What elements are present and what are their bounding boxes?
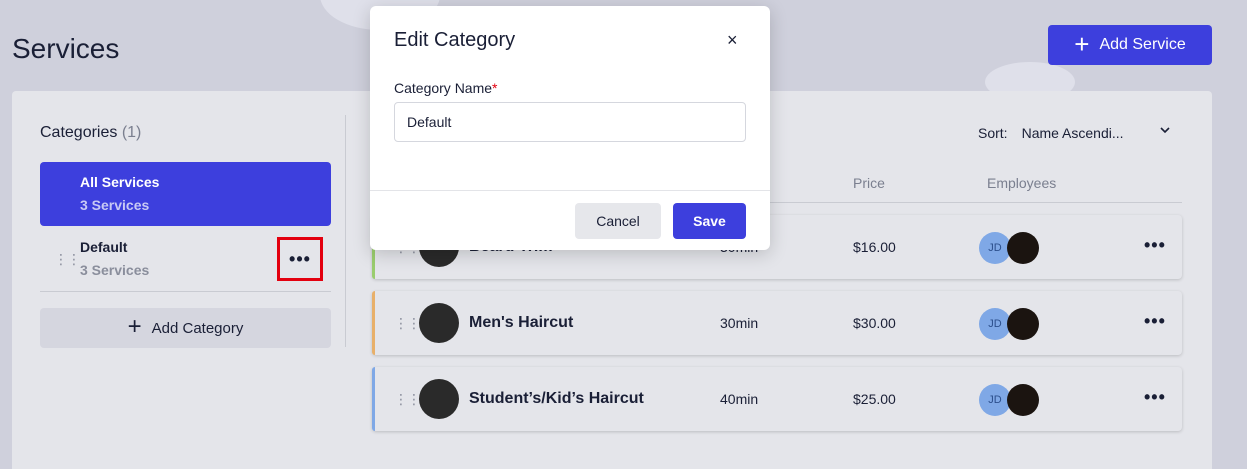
add-category-button[interactable]: + Add Category: [40, 308, 331, 348]
employee-avatar-photo: [1007, 384, 1039, 416]
category-service-count: 3 Services: [80, 262, 150, 278]
close-icon[interactable]: ×: [727, 30, 738, 51]
plus-icon: +: [127, 312, 142, 340]
cancel-button[interactable]: Cancel: [575, 203, 661, 239]
service-duration: 40min: [720, 391, 759, 407]
service-more-button[interactable]: •••: [1144, 311, 1166, 332]
drag-handle-icon[interactable]: ⋮⋮: [394, 392, 421, 406]
service-duration: 30min: [720, 315, 759, 331]
service-row[interactable]: ⋮⋮ Men's Haircut 30min $30.00 JD •••: [372, 291, 1182, 355]
sort-label: Sort:: [978, 125, 1008, 141]
service-name: Men's Haircut: [469, 314, 574, 331]
service-row[interactable]: ⋮⋮ Student’s/Kid’s Haircut 40min $25.00 …: [372, 367, 1182, 431]
drag-handle-icon[interactable]: ⋮⋮: [394, 316, 421, 330]
category-name: All Services: [80, 174, 160, 190]
category-service-count: 3 Services: [80, 197, 150, 213]
employee-avatar-photo: [1007, 232, 1039, 264]
category-more-button[interactable]: •••: [277, 237, 323, 281]
category-name: Default: [80, 239, 128, 255]
panel-divider: [345, 115, 346, 347]
edit-category-modal: Edit Category × Category Name* Cancel Sa…: [370, 6, 770, 250]
chevron-down-icon: [1160, 127, 1170, 134]
service-image: [419, 303, 459, 343]
category-color-stripe: [372, 367, 375, 431]
category-name-label: Category Name*: [394, 80, 498, 96]
sort-control[interactable]: Sort: Name Ascendi...: [978, 125, 1170, 141]
save-button[interactable]: Save: [673, 203, 746, 239]
divider: [370, 190, 770, 191]
service-image: [419, 379, 459, 419]
service-more-button[interactable]: •••: [1144, 235, 1166, 256]
service-price: $30.00: [853, 315, 896, 331]
category-color-stripe: [372, 291, 375, 355]
category-default[interactable]: ⋮⋮ Default 3 Services •••: [40, 228, 331, 292]
column-header-employees: Employees: [987, 175, 1057, 191]
add-service-button[interactable]: + Add Service: [1048, 25, 1212, 65]
service-name: Student’s/Kid’s Haircut: [469, 390, 644, 407]
service-price: $16.00: [853, 239, 896, 255]
service-more-button[interactable]: •••: [1144, 387, 1166, 408]
add-category-label: Add Category: [151, 319, 244, 337]
page-title: Services: [12, 33, 120, 64]
category-name-input[interactable]: [394, 102, 746, 142]
categories-count: (1): [121, 124, 142, 141]
drag-handle-icon[interactable]: ⋮⋮: [54, 252, 81, 266]
add-service-label: Add Service: [1099, 36, 1186, 53]
categories-heading: Categories (1): [40, 124, 142, 141]
column-header-price: Price: [853, 175, 885, 191]
sort-value: Name Ascendi...: [1021, 125, 1124, 141]
modal-title: Edit Category: [394, 29, 516, 51]
employee-avatar-photo: [1007, 308, 1039, 340]
plus-icon: +: [1074, 28, 1090, 59]
required-mark: *: [492, 80, 498, 96]
divider: [40, 291, 331, 292]
service-price: $25.00: [853, 391, 896, 407]
category-all-services[interactable]: All Services 3 Services: [40, 162, 331, 226]
